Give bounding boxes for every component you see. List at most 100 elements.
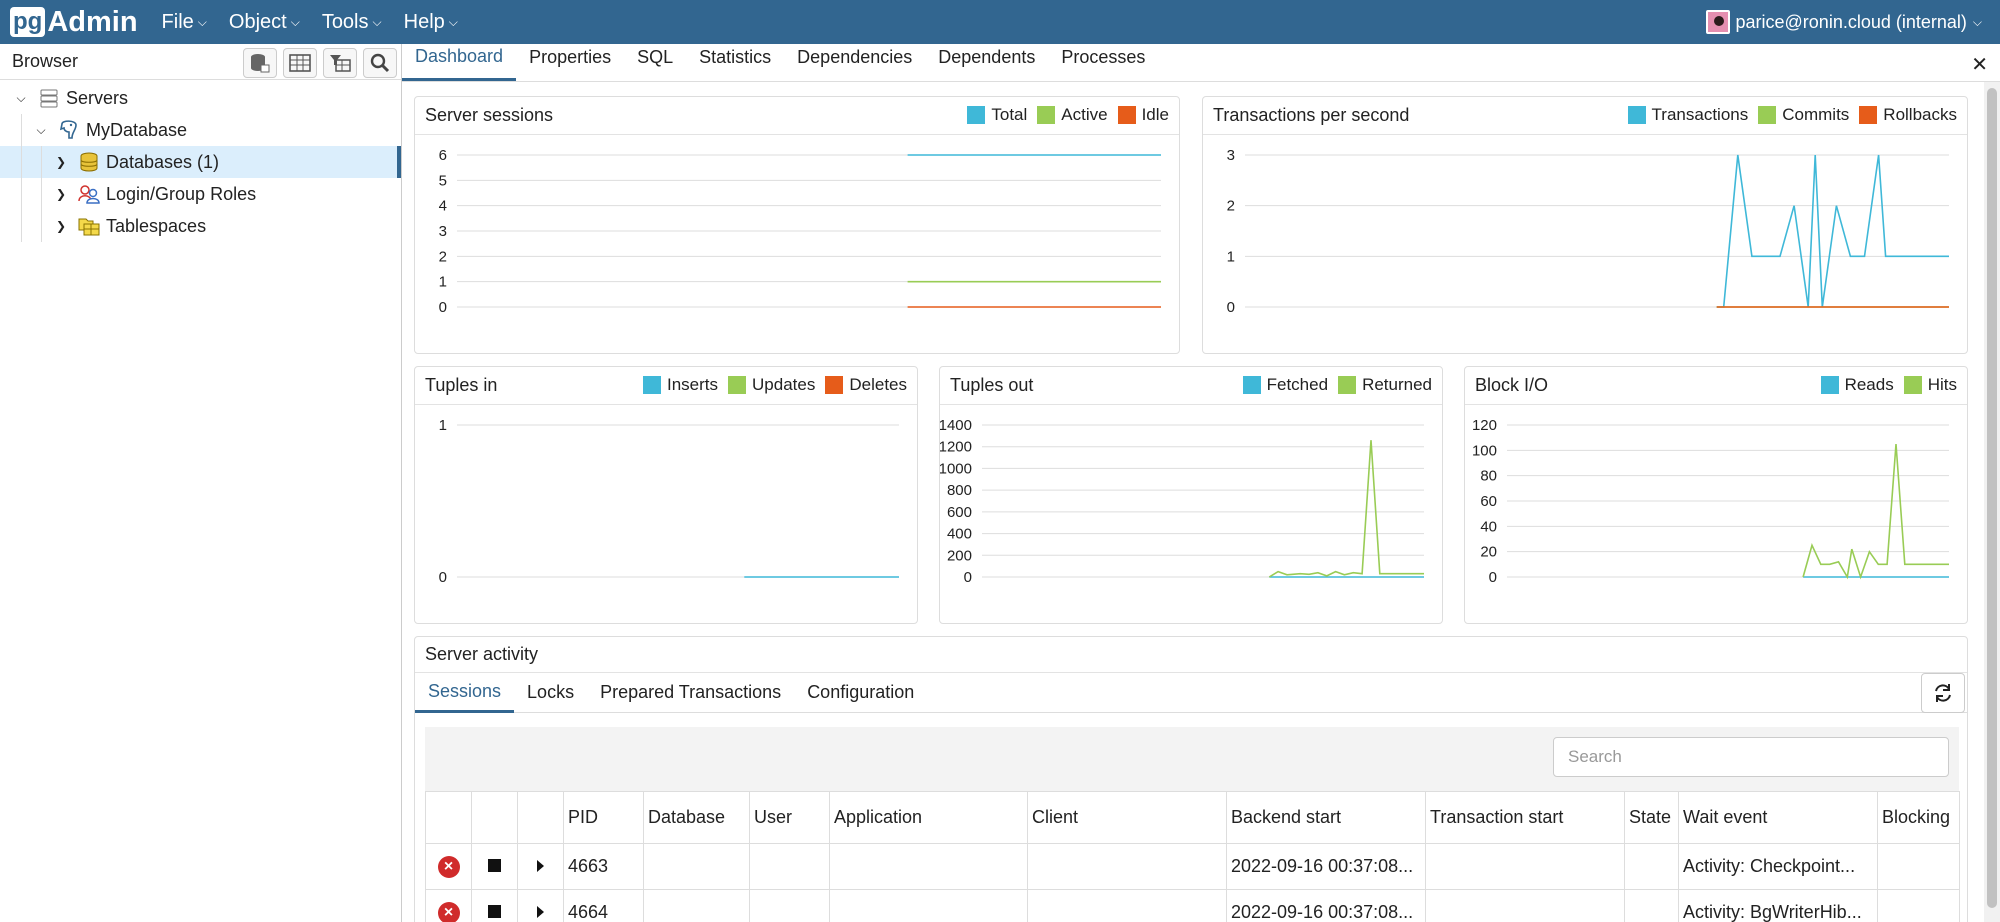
tree-node-servers[interactable]: ⌵ Servers	[0, 82, 401, 114]
filtered-rows-icon	[330, 55, 351, 72]
legend-item[interactable]: Rollbacks	[1859, 105, 1957, 125]
y-tick-label: 400	[947, 526, 972, 543]
tab-sessions[interactable]: Sessions	[415, 673, 515, 713]
column-header-pid[interactable]: PID	[563, 791, 644, 844]
column-header-transaction-start[interactable]: Transaction start	[1425, 791, 1625, 844]
chart-legend: Transactions Commits Rollbacks	[1618, 105, 1957, 125]
column-header-wait-event[interactable]: Wait event	[1678, 791, 1878, 844]
cell-pid: 4664	[563, 889, 644, 922]
logo-pg-text: pg	[10, 7, 46, 37]
tablespaces-icon	[78, 216, 100, 236]
roles-icon	[78, 184, 100, 204]
cell-client	[1027, 843, 1227, 890]
cell-wait-event: Activity: BgWriterHib...	[1678, 889, 1878, 922]
user-menu[interactable]: parice@ronin.cloud (internal) ⌵	[1705, 0, 1982, 44]
tree-guide	[21, 114, 22, 146]
tree-node-databases[interactable]: ❯ Databases (1)	[0, 146, 401, 178]
refresh-button[interactable]	[1921, 673, 1965, 713]
chart-legend: Total Active Idle	[957, 105, 1169, 125]
cell-database	[643, 889, 750, 922]
tree-guide	[41, 178, 42, 210]
main-menu: File ⌵ Object ⌵ Tools ⌵ Help ⌵	[162, 11, 480, 34]
cancel-query-icon[interactable]	[488, 859, 501, 872]
cell-state	[1624, 843, 1679, 890]
column-header-database[interactable]: Database	[643, 791, 750, 844]
tree-guide	[21, 178, 22, 210]
chart-legend: Reads Hits	[1811, 375, 1957, 395]
view-data-button[interactable]	[283, 48, 317, 78]
legend-item[interactable]: Deletes	[825, 375, 907, 395]
menu-help[interactable]: Help ⌵	[404, 11, 458, 34]
y-tick-label: 0	[439, 299, 447, 316]
legend-item[interactable]: Total	[967, 105, 1027, 125]
tab-sql[interactable]: SQL	[624, 43, 686, 81]
chevron-down-icon[interactable]: ⌵	[10, 91, 32, 106]
chevron-right-icon[interactable]: ❯	[50, 187, 72, 201]
tree-label-databases: Databases (1)	[106, 151, 220, 172]
tab-dependencies[interactable]: Dependencies	[784, 43, 925, 81]
cell-pid: 4663	[563, 843, 644, 890]
legend-item[interactable]: Transactions	[1627, 105, 1748, 125]
tab-properties[interactable]: Properties	[516, 43, 624, 81]
tab-configuration[interactable]: Configuration	[794, 673, 927, 713]
card-header: Tuples out Fetched Returned	[940, 367, 1442, 405]
scrollbar-thumb[interactable]	[1987, 88, 1997, 908]
servers-icon	[38, 88, 60, 108]
y-tick-label: 2	[439, 248, 447, 265]
legend-item[interactable]: Fetched	[1242, 375, 1328, 395]
query-tool-button[interactable]	[243, 48, 277, 78]
legend-item[interactable]: Inserts	[643, 375, 718, 395]
column-header-application[interactable]: Application	[829, 791, 1028, 844]
legend-item[interactable]: Active	[1037, 105, 1108, 125]
filtered-rows-button[interactable]	[323, 48, 357, 78]
chart-title: Transactions per second	[1213, 105, 1410, 125]
tab-dependents[interactable]: Dependents	[925, 43, 1048, 81]
menu-tools[interactable]: Tools ⌵	[322, 11, 382, 34]
y-tick-label: 3	[1227, 147, 1235, 164]
legend-item[interactable]: Updates	[728, 375, 815, 395]
menu-object[interactable]: Object ⌵	[229, 11, 300, 34]
chevron-down-icon[interactable]: ⌵	[30, 123, 52, 138]
main-scrollbar[interactable]	[1984, 82, 2000, 922]
tree-label-tablespaces: Tablespaces	[106, 215, 207, 236]
chevron-right-icon[interactable]: ❯	[50, 219, 72, 233]
legend-item[interactable]: Returned	[1338, 375, 1432, 395]
column-header-user[interactable]: User	[749, 791, 830, 844]
column-header-backend-start[interactable]: Backend start	[1226, 791, 1426, 844]
series-line-transactions	[1716, 154, 1949, 308]
chevron-right-icon[interactable]: ❯	[50, 155, 72, 169]
y-tick-label: 4	[439, 198, 447, 215]
tab-statistics[interactable]: Statistics	[686, 43, 784, 81]
search-input[interactable]	[1553, 737, 1949, 777]
cell-user	[749, 889, 830, 922]
databases-icon	[78, 152, 100, 172]
tree-node-login-group-roles[interactable]: ❯ Login/Group Roles	[0, 178, 401, 210]
tab-locks[interactable]: Locks	[514, 673, 587, 713]
y-tick-label: 1	[439, 274, 447, 291]
tab-processes[interactable]: Processes	[1048, 43, 1158, 81]
column-header-blocking[interactable]: Blocking	[1877, 791, 1960, 844]
tree-node-mydatabase[interactable]: ⌵ MyDatabase	[0, 114, 401, 146]
legend-item[interactable]: Commits	[1758, 105, 1849, 125]
tab-dashboard[interactable]: Dashboard	[402, 43, 517, 81]
close-tab-icon[interactable]: ✕	[1971, 52, 1988, 77]
cancel-query-icon[interactable]	[488, 905, 501, 918]
tab-prepared-transactions[interactable]: Prepared Transactions	[587, 673, 794, 713]
column-header-client[interactable]: Client	[1027, 791, 1227, 844]
card-header: Tuples in Inserts Updates Deletes	[415, 367, 917, 405]
series-line-hits	[1802, 443, 1949, 580]
column-header-state[interactable]: State	[1624, 791, 1679, 844]
legend-item[interactable]: Hits	[1903, 375, 1957, 395]
search-objects-button[interactable]	[363, 48, 397, 78]
terminate-session-icon[interactable]: ×	[437, 856, 460, 878]
card-header: Server sessions Total Active Idle	[415, 97, 1179, 135]
menu-file[interactable]: File ⌵	[162, 11, 207, 34]
terminate-session-icon[interactable]: ×	[437, 902, 460, 922]
tree-node-tablespaces[interactable]: ❯ Tablespaces	[0, 210, 401, 242]
tree-label-mydatabase: MyDatabase	[86, 119, 188, 140]
chart-plot: 0 200 400 600 800 1000 1200 1400	[940, 417, 1424, 586]
legend-item[interactable]: Idle	[1117, 105, 1169, 125]
legend-item[interactable]: Reads	[1820, 375, 1894, 395]
expand-row-icon[interactable]	[537, 906, 544, 918]
expand-row-icon[interactable]	[537, 860, 544, 872]
